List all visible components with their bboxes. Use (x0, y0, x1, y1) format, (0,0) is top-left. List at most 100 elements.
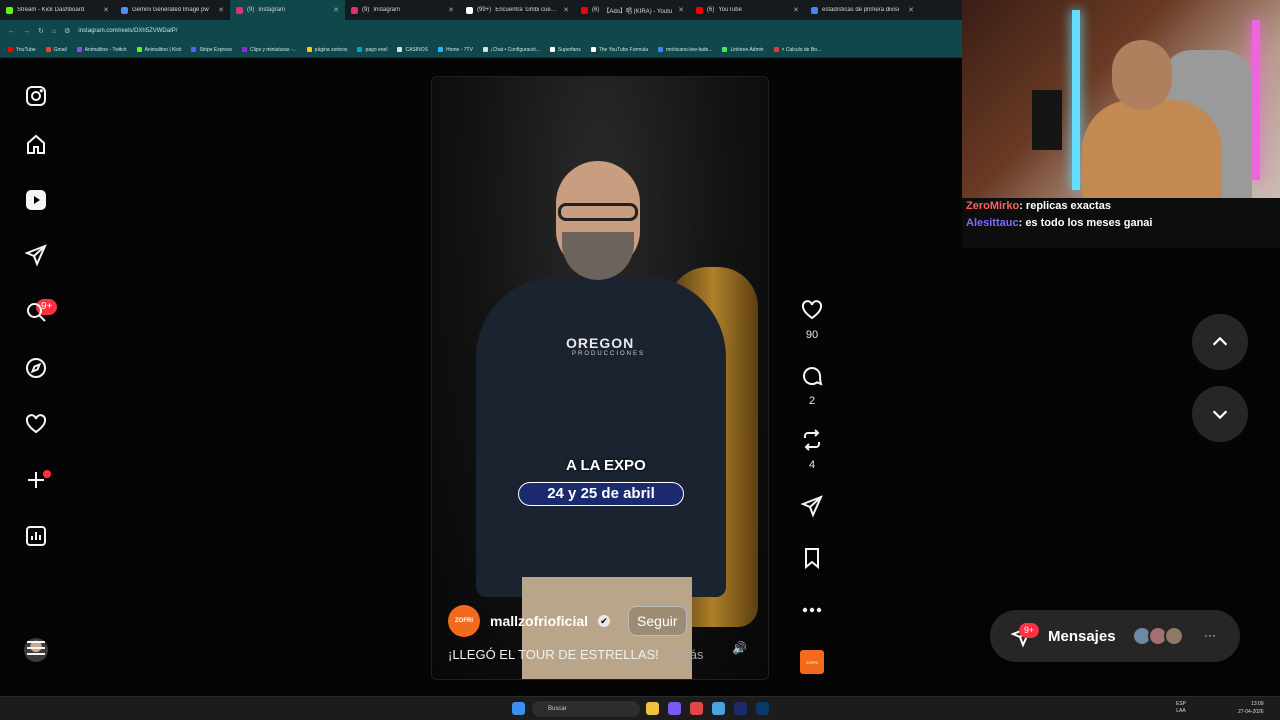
tab-title: estadísticas de primera divisi (822, 7, 900, 13)
bookmark-label: CASINOS (405, 46, 428, 53)
messages-label: Mensajes (1048, 627, 1116, 645)
close-tab-icon[interactable]: ✕ (908, 6, 914, 14)
messages-more-icon[interactable]: ··· (1204, 628, 1216, 642)
previous-reel-button[interactable] (1192, 314, 1248, 370)
chat-text: es todo los meses ganai (1025, 217, 1153, 229)
bookmark-item[interactable]: YouTube (8, 47, 36, 53)
reload-icon[interactable]: ↻ (38, 27, 44, 35)
repost-icon (804, 429, 820, 451)
tab-title: Gemini Generated Image pw (132, 7, 209, 13)
browser-tab[interactable]: (99+) Encuentra 'cimbi cuevas' ✕ (460, 0, 575, 20)
reel-author-row: ZOFRI mallzofrioficial ✔ Seguir (448, 605, 687, 637)
language-indicator[interactable]: ESP LAA (1176, 701, 1186, 715)
search-nav-icon[interactable] (22, 298, 50, 326)
bookmark-item[interactable]: Animalitoo | Kick (136, 47, 181, 53)
close-tab-icon[interactable]: ✕ (678, 6, 684, 14)
browser-tab[interactable]: (9) Instagram ✕ (230, 0, 345, 20)
more-options-action[interactable] (796, 598, 828, 627)
file-explorer-icon[interactable] (646, 702, 659, 715)
bookmark-label: Stripe Express (199, 46, 232, 53)
direct-messages-nav-icon[interactable] (22, 241, 50, 269)
close-tab-icon[interactable]: ✕ (563, 6, 569, 14)
bookmark-item[interactable]: Home - 7TV (437, 47, 473, 53)
home-icon[interactable]: ⌂ (52, 28, 56, 35)
browser-tab[interactable]: (6) 【Ado】唱 (KIRA) - Youtu ✕ (575, 0, 690, 20)
bookmark-favicon-icon (76, 47, 82, 52)
app-icon[interactable] (690, 702, 703, 715)
back-icon[interactable]: ← (8, 28, 15, 35)
address-bar[interactable]: ← → ↻ ⌂ ⚙ instagram.com/reels/DXh5ZVWDaI… (0, 20, 962, 42)
instagram-sidebar: 9+ (0, 58, 72, 696)
browser-tab-strip: Stream - Kick Dashboard ✕ Gemini Generated… (0, 0, 962, 20)
tab-favicon-icon (811, 6, 818, 14)
tab-title: YouTube (718, 7, 742, 13)
create-plus-icon[interactable] (22, 466, 50, 494)
audio-thumbnail[interactable]: ZOFRI (800, 650, 824, 674)
bookmark-item[interactable]: Superfans (549, 47, 581, 53)
comment-action[interactable]: 2 (796, 364, 828, 407)
reel-video[interactable]: OREGON PRODUCCIONES A LA EXPO 24 y 25 de… (431, 76, 769, 680)
bookmark-item[interactable]: ¡Chat • Configuració... (482, 46, 540, 53)
bookmark-label: página sorteos (314, 46, 348, 53)
site-info-icon[interactable]: ⚙ (64, 27, 70, 35)
browser-tab[interactable]: Gemini Generated Image pw ✕ (115, 0, 230, 20)
browser-tab[interactable]: (9) Instagram ✕ (345, 0, 460, 20)
photoshop-icon[interactable] (756, 702, 769, 715)
bookmark-favicon-icon (306, 47, 312, 52)
app-icon[interactable] (668, 702, 681, 715)
forward-icon[interactable]: → (23, 28, 30, 35)
explore-nav-icon[interactable] (22, 354, 50, 382)
dashboard-insights-icon[interactable] (22, 522, 50, 550)
bookmark-item[interactable]: Stripe Express (191, 47, 232, 53)
bookmark-item[interactable]: Linktree Admin (722, 47, 764, 53)
url-text[interactable]: instagram.com/reels/DXh5ZVWDaIP/ (78, 28, 177, 34)
share-icon (800, 495, 823, 518)
bookmark-item[interactable]: Clips y miniaturas -... (241, 47, 297, 53)
bookmark-item[interactable]: The YouTube Formula (590, 47, 648, 53)
browser-tab[interactable]: Stream - Kick Dashboard ✕ (0, 0, 115, 20)
bookmark-item[interactable]: página sorteos (306, 46, 348, 53)
windows-start-icon[interactable] (512, 702, 525, 715)
more-dots-icon (802, 607, 822, 613)
bookmark-item[interactable]: Animalitoo - Twitch (76, 47, 127, 53)
browser-tab[interactable]: (6) YouTube ✕ (690, 0, 805, 20)
taskbar-clock[interactable]: 13:09 27-04-2026 (1238, 700, 1264, 716)
tab-favicon-icon (236, 6, 243, 14)
close-tab-icon[interactable]: ✕ (103, 6, 109, 14)
tab-count-prefix: (6) (592, 7, 600, 13)
bookmark-item[interactable]: pago enel (357, 47, 387, 53)
follow-button[interactable]: Seguir (628, 606, 687, 636)
save-action[interactable] (796, 546, 828, 575)
volume-icon[interactable]: 🔊 (732, 641, 747, 655)
bookmark-item[interactable]: CASINOS (397, 47, 428, 53)
taskbar-search[interactable]: Buscar (532, 701, 640, 717)
webcam-overlay (962, 0, 1280, 198)
reels-nav-icon[interactable] (22, 186, 50, 214)
premiere-icon[interactable] (734, 702, 747, 715)
bookmark-item[interactable]: Gmail (45, 47, 67, 53)
close-tab-icon[interactable]: ✕ (333, 6, 339, 14)
next-reel-button[interactable] (1192, 386, 1248, 442)
bookmark-label: ¡Chat • Configuració... (490, 46, 540, 53)
author-username[interactable]: mallzofrioficial (490, 613, 588, 629)
repost-action[interactable]: 4 (796, 428, 828, 471)
like-action[interactable]: 90 (796, 298, 828, 341)
browser-tab[interactable]: estadísticas de primera divisi ✕ (805, 0, 920, 20)
bookmark-item[interactable]: mohicano-low-fade... (658, 47, 712, 53)
comment-count: 2 (808, 395, 816, 407)
close-tab-icon[interactable]: ✕ (448, 6, 454, 14)
caption-more-link[interactable]: … más (662, 647, 703, 662)
notifications-heart-icon[interactable] (22, 410, 50, 438)
bookmark-item[interactable]: × Calculo de Bo... (773, 47, 821, 53)
tab-count-prefix: (6) (707, 7, 715, 13)
neon-light (1072, 10, 1080, 190)
chrome-icon[interactable] (712, 702, 725, 715)
close-tab-icon[interactable]: ✕ (793, 6, 799, 14)
home-nav-icon[interactable] (22, 131, 50, 159)
bookmark-favicon-icon (482, 47, 488, 52)
close-tab-icon[interactable]: ✕ (218, 6, 224, 14)
more-menu-icon[interactable] (22, 634, 50, 662)
instagram-logo-icon[interactable] (22, 82, 50, 110)
author-avatar[interactable]: ZOFRI (448, 605, 480, 637)
share-action[interactable] (796, 494, 828, 523)
